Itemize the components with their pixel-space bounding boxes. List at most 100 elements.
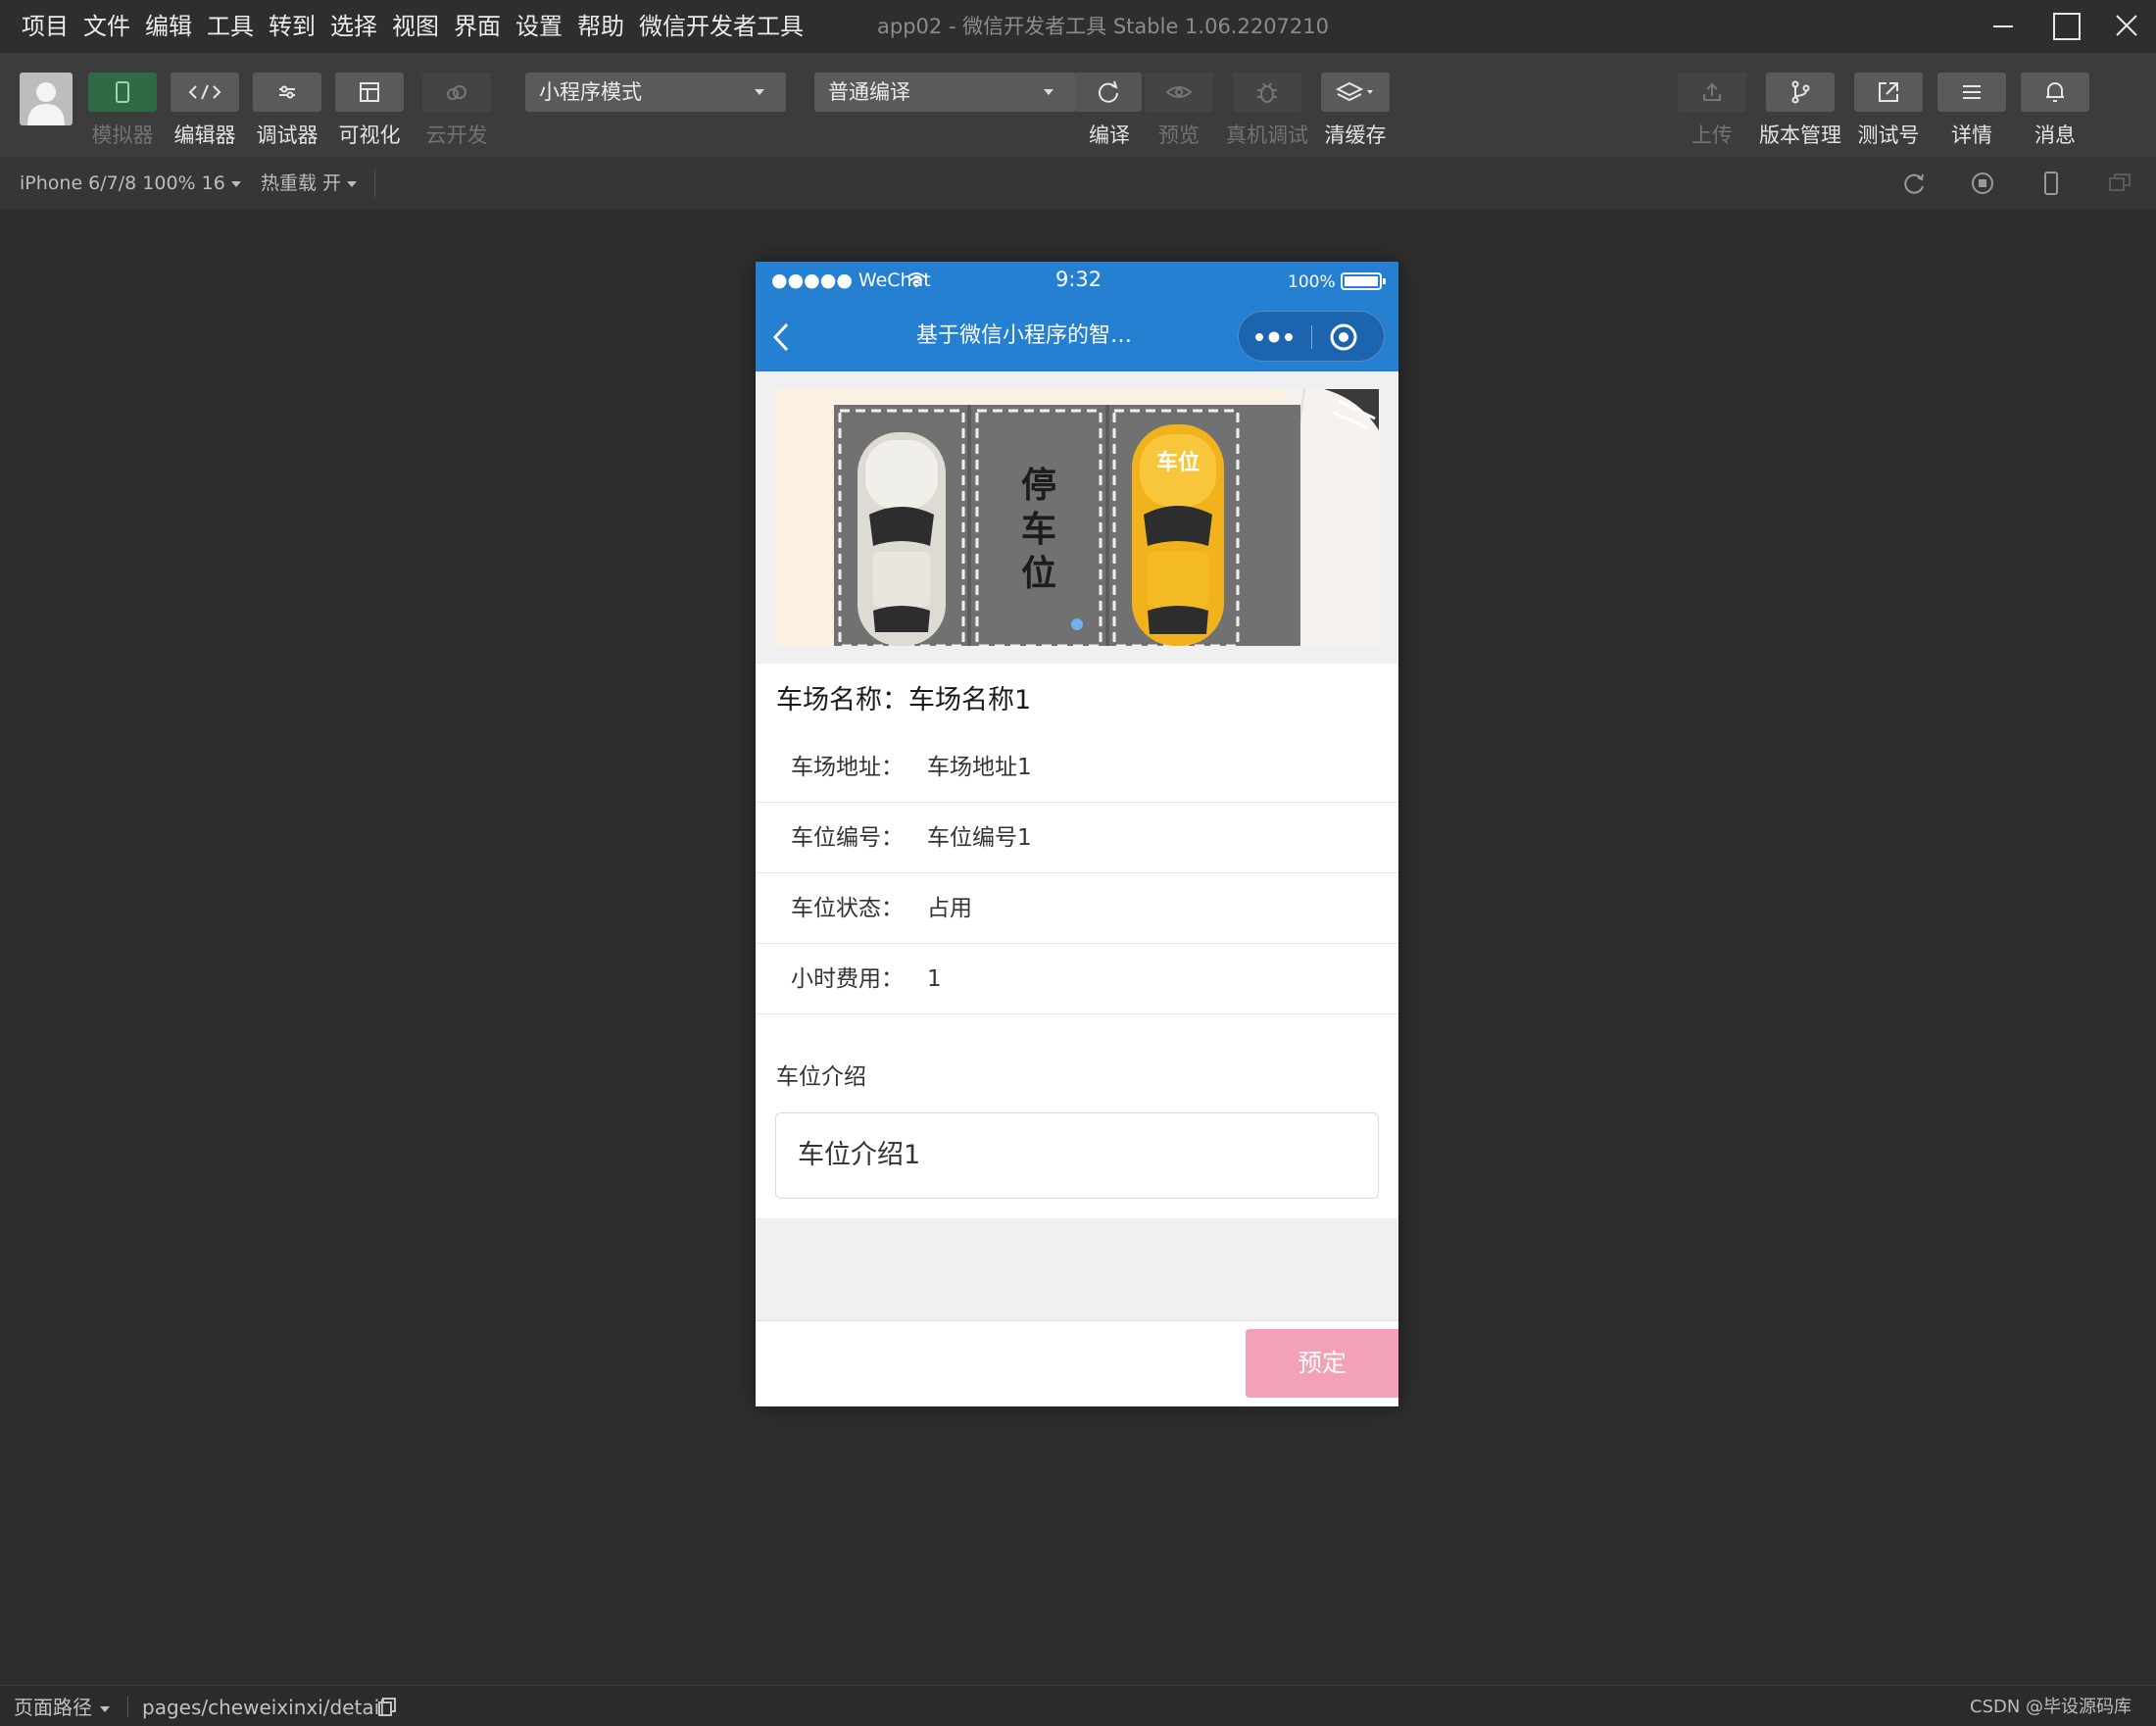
bottom-action-bar: 预定 — [756, 1320, 1398, 1406]
sliders-icon — [279, 85, 295, 99]
field-value: 占用 — [927, 896, 972, 921]
menu-goto[interactable]: 转到 — [269, 12, 316, 41]
bell-icon — [2046, 82, 2064, 102]
info-row: 车位状态： 占用 — [756, 873, 1398, 944]
real-debug-button[interactable] — [1233, 73, 1301, 112]
page-path-select[interactable]: 页面路径 — [14, 1695, 110, 1720]
wifi-icon — [906, 272, 926, 287]
version-button[interactable] — [1766, 73, 1835, 112]
lot-name: 车场名称：车场名称1 — [776, 685, 1032, 715]
layers-icon — [1335, 81, 1373, 102]
device-icon[interactable] — [2037, 170, 2065, 197]
book-button[interactable]: 预定 — [1246, 1329, 1398, 1398]
field-label: 小时费用： — [791, 966, 904, 992]
compile-select[interactable]: 普通编译 — [814, 73, 1075, 112]
record-icon[interactable] — [1969, 170, 1996, 197]
intro-text: 车位介绍1 — [798, 1140, 921, 1170]
minimize-button[interactable] — [1984, 8, 2023, 45]
upload-button[interactable] — [1678, 73, 1746, 112]
compile-button[interactable] — [1075, 73, 1142, 112]
upload-label: 上传 — [1691, 123, 1733, 147]
refresh-icon — [1099, 80, 1118, 103]
hot-reload-select[interactable]: 热重载 开 — [261, 172, 358, 195]
user-icon — [27, 82, 65, 125]
menu-tools[interactable]: 工具 — [207, 12, 254, 41]
rotate-icon[interactable] — [1900, 170, 1928, 197]
layout-icon — [360, 82, 379, 102]
debugger-toggle[interactable] — [253, 73, 321, 112]
white-car — [858, 432, 946, 646]
avatar[interactable] — [20, 73, 73, 125]
test-account-button[interactable] — [1854, 73, 1923, 112]
close-icon — [2116, 15, 2137, 36]
info-row: 车场地址： 车场地址1 — [756, 732, 1398, 803]
menu-select[interactable]: 选择 — [330, 12, 377, 41]
menu-project[interactable]: 项目 — [22, 12, 69, 41]
details-button[interactable] — [1937, 73, 2006, 112]
menu-help[interactable]: 帮助 — [577, 12, 624, 41]
editor-toggle[interactable] — [171, 73, 239, 112]
info-row: 车位编号： 车位编号1 — [756, 803, 1398, 873]
page-path-label: 页面路径 — [14, 1696, 92, 1719]
carousel-indicator[interactable] — [1071, 618, 1083, 630]
parking-info: 车场名称：车场名称1 车场地址： 车场地址1 车位编号： 车位编号1 车位状态：… — [756, 664, 1398, 1022]
messages-button[interactable] — [2021, 73, 2089, 112]
bug-icon — [1257, 82, 1277, 103]
menu-interface[interactable]: 界面 — [454, 12, 501, 41]
clear-cache-button[interactable] — [1321, 73, 1390, 112]
intro-textarea[interactable]: 车位介绍1 — [775, 1112, 1379, 1199]
capsule-divider — [1311, 325, 1312, 349]
preview-label: 预览 — [1158, 123, 1200, 147]
branch-icon — [1791, 80, 1810, 104]
menu-icon — [1963, 85, 1981, 99]
menu-devtools[interactable]: 微信开发者工具 — [639, 12, 804, 41]
watermark: CSDN @毕设源码库 — [1970, 1697, 2132, 1717]
clear-cache-label: 清缓存 — [1324, 123, 1387, 147]
battery-percent: 100% — [1288, 272, 1336, 292]
menu-bar: 项目 文件 编辑 工具 转到 选择 视图 界面 设置 帮助 微信开发者工具 ap… — [0, 0, 2156, 53]
chevron-down-icon — [755, 89, 764, 95]
back-icon[interactable] — [769, 321, 793, 354]
close-window-button[interactable] — [2107, 8, 2146, 45]
menu-view[interactable]: 视图 — [392, 12, 439, 41]
maximize-button[interactable] — [2046, 8, 2085, 45]
close-miniprogram-icon[interactable] — [1329, 322, 1358, 352]
device-select[interactable]: iPhone 6/7/8 100% 16 — [20, 172, 241, 195]
field-label: 车位编号： — [791, 825, 904, 851]
svg-text:车位: 车位 — [1156, 450, 1200, 475]
more-icon[interactable] — [1253, 325, 1298, 349]
clock: 9:32 — [1055, 268, 1102, 291]
chevron-down-icon — [230, 180, 241, 187]
svg-text:位: 位 — [1021, 554, 1056, 594]
visual-toggle[interactable] — [335, 73, 404, 112]
chevron-down-icon — [100, 1705, 110, 1712]
banner-carousel[interactable]: 停 车 位 车位 — [775, 389, 1379, 646]
intro-label: 车位介绍 — [776, 1064, 866, 1090]
menu-file[interactable]: 文件 — [83, 12, 130, 41]
menu-capsule — [1238, 311, 1385, 362]
menu-settings[interactable]: 设置 — [515, 12, 563, 41]
phone-icon — [116, 81, 129, 103]
field-value: 车位编号1 — [927, 825, 1032, 851]
maximize-icon — [2053, 13, 2081, 40]
simulator-toggle[interactable] — [88, 73, 157, 112]
window-icon[interactable] — [2106, 170, 2133, 197]
page-title: 基于微信小程序的智能停车场... — [916, 323, 1152, 348]
mode-select-value: 小程序模式 — [539, 80, 642, 104]
mode-select[interactable]: 小程序模式 — [525, 73, 786, 112]
chevron-down-icon — [347, 180, 358, 187]
hot-reload-value: 热重载 开 — [261, 173, 342, 194]
field-label: 车位状态： — [791, 896, 904, 921]
cloud-icon — [447, 85, 466, 100]
svg-text:停: 停 — [1021, 466, 1056, 506]
copy-icon[interactable] — [376, 1697, 398, 1718]
status-bar: ●●●●● WeChat 9:32 100% — [756, 262, 1398, 301]
divider — [374, 169, 375, 198]
field-value: 车场地址1 — [927, 755, 1032, 780]
cloud-toggle[interactable] — [422, 73, 491, 112]
external-link-icon — [1879, 82, 1898, 102]
info-row: 小时费用： 1 — [756, 944, 1398, 1014]
preview-button[interactable] — [1145, 73, 1213, 112]
toolbar: 模拟器 编辑器 调试器 可视化 云开发 小程序模式 普通编译 编译 预览 真机调… — [0, 53, 2156, 157]
menu-edit[interactable]: 编辑 — [145, 12, 192, 41]
